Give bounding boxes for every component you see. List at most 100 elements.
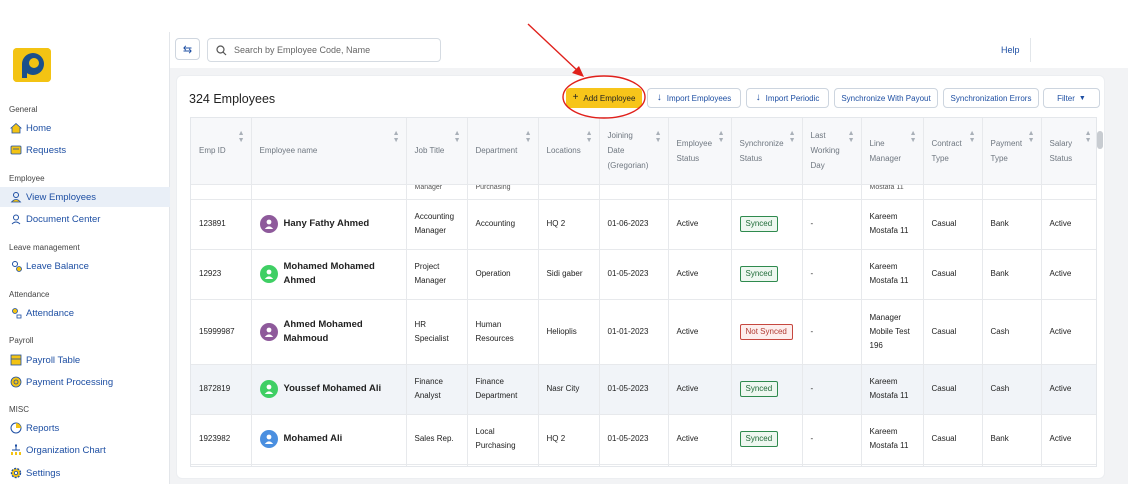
sidebar-item-requests[interactable]: Requests: [0, 140, 170, 160]
add-employee-button[interactable]: + Add Employee: [566, 88, 642, 108]
column-header-label: Employee: [676, 138, 713, 148]
column-header-label: Date: [607, 146, 625, 156]
sort-icon[interactable]: ▲ ▼: [454, 130, 461, 144]
table-row[interactable]: 12923 Mohamed Mohamed Ahmed Project Manager O…: [191, 248, 1096, 299]
cell-text: Human: [475, 319, 502, 329]
employee-name[interactable]: Mohamed Mohamed Ahmed: [259, 260, 398, 288]
sort-icon[interactable]: ▲ ▼: [655, 130, 662, 144]
sort-icon[interactable]: ▲ ▼: [525, 130, 532, 144]
user-icon: [9, 191, 22, 204]
sort-icon[interactable]: ▲ ▼: [789, 130, 796, 144]
org-chart-icon: [9, 444, 22, 457]
help-link[interactable]: Help: [1001, 45, 1020, 55]
avatar-icon: [259, 265, 278, 283]
sync-errors-button[interactable]: Synchronization Errors: [943, 88, 1039, 108]
sidebar-item-document-center[interactable]: Document Center: [0, 209, 170, 229]
column-header-label: Locations: [546, 146, 581, 156]
column-header[interactable]: Joining Date (Gregorian) ▲ ▼: [599, 118, 669, 184]
employee-name[interactable]: Hany Fathy Ahmed: [259, 215, 398, 233]
sidebar-item-payroll-table[interactable]: Payroll Table: [0, 350, 170, 370]
contract-type-cell: Casual: [923, 363, 983, 414]
employee-name[interactable]: Youssef Mohamed Ali: [259, 380, 398, 398]
cell-text: Kareem: [869, 212, 898, 221]
payment-type-cell: Cash: [982, 298, 1042, 364]
table-scrollbar[interactable]: [1097, 131, 1103, 149]
table-cell: [467, 463, 539, 466]
salary-status-cell: Active: [1041, 298, 1096, 364]
search-box[interactable]: [207, 38, 441, 62]
line-manager-cell: Kareem Mostafa 11: [861, 363, 924, 414]
sidebar-item-payment-processing[interactable]: Payment Processing: [0, 372, 170, 392]
sidebar-item-label: Organization Chart: [26, 444, 106, 456]
search-input[interactable]: [234, 45, 434, 55]
sort-icon[interactable]: ▲ ▼: [848, 130, 855, 144]
sidebar-item-reports[interactable]: Reports: [0, 418, 170, 438]
column-header[interactable]: Employee Status ▲ ▼: [668, 118, 732, 184]
cell-text: Mostafa 11: [869, 391, 909, 400]
sort-icon[interactable]: ▲ ▼: [910, 130, 917, 144]
table-row[interactable]: 15999987 Ahmed Mohamed Mahmoud HR Specialist…: [191, 298, 1096, 364]
filter-button[interactable]: Filter ▼: [1043, 88, 1100, 108]
sidebar-item-settings[interactable]: Settings: [0, 463, 170, 483]
app-logo: [13, 48, 51, 82]
employee-name[interactable]: Ahmed Mohamed Mahmoud: [259, 318, 398, 346]
sort-icon[interactable]: ▲ ▼: [1085, 130, 1092, 144]
line-manager-cell: Kareem Mostafa 11: [861, 413, 924, 464]
column-header[interactable]: Last Working Day ▲ ▼: [802, 118, 862, 184]
joining-date-cell: 01-06-2023: [599, 198, 669, 249]
sidebar-item-label: Payment Processing: [26, 376, 114, 388]
employee-status-cell: Active: [668, 248, 732, 299]
sidebar-item-organization-chart[interactable]: Organization Chart: [0, 440, 170, 460]
employee-name[interactable]: Mohamed Ali: [259, 430, 398, 448]
sync-status-cell: Synced: [731, 413, 803, 464]
sort-icon[interactable]: ▲ ▼: [238, 130, 245, 144]
cell-text: Sales Rep.: [414, 434, 454, 443]
import-periodic-button[interactable]: ↓ Import Periodic: [746, 88, 829, 108]
table-row[interactable]: Manager Purchasing Mostafa 11: [191, 183, 1096, 199]
cell-text: HR: [414, 319, 427, 329]
download-arrow-icon: ↓: [755, 92, 761, 103]
sort-icon[interactable]: ▲ ▼: [969, 130, 976, 144]
table-row[interactable]: [191, 463, 1096, 466]
column-header-label: Status: [676, 153, 700, 163]
table-row[interactable]: 123891 Hany Fathy Ahmed Accounting Manager A…: [191, 198, 1096, 249]
import-employees-button[interactable]: ↓ Import Employees: [647, 88, 741, 108]
column-header[interactable]: Contract Type ▲ ▼: [923, 118, 983, 184]
line-manager-cell: Manager Mobile Test 196: [861, 298, 924, 364]
sync-status-cell: Synced: [731, 248, 803, 299]
sort-icon[interactable]: ▲ ▼: [393, 130, 400, 144]
sort-icon[interactable]: ▲ ▼: [718, 130, 725, 144]
column-header-label: Type: [990, 153, 1008, 163]
column-header[interactable]: Department ▲ ▼: [467, 118, 539, 184]
collapse-sidebar-button[interactable]: ⇆: [175, 38, 200, 60]
sort-icon[interactable]: ▲ ▼: [586, 130, 593, 144]
sidebar-item-view-employees[interactable]: View Employees: [0, 187, 170, 207]
table-cell: [861, 463, 924, 466]
column-header[interactable]: Emp ID ▲ ▼: [191, 118, 252, 184]
joining-date-cell: 01-01-2023: [599, 298, 669, 364]
sidebar-item-label: Home: [26, 122, 52, 134]
table-row[interactable]: 1872819 Youssef Mohamed Ali Finance Analyst…: [191, 363, 1096, 414]
sidebar-item-leave-balance[interactable]: Leave Balance: [0, 256, 170, 276]
job-title-cell: Sales Rep.: [406, 413, 468, 464]
column-header[interactable]: Line Manager ▲ ▼: [861, 118, 924, 184]
location-cell: Sidi gaber: [538, 248, 600, 299]
column-header-label: Synchronize: [739, 138, 784, 148]
column-header[interactable]: Salary Status ▲ ▼: [1041, 118, 1096, 184]
department-cell: Operation: [467, 248, 539, 299]
reports-icon: [9, 422, 22, 435]
sidebar-item-attendance[interactable]: Attendance: [0, 303, 170, 323]
table-row[interactable]: 1923982 Mohamed Ali Sales Rep. Local Purchas…: [191, 413, 1096, 464]
column-header-label: Salary: [1049, 138, 1073, 148]
column-header-label: Payment: [990, 138, 1023, 148]
sync-payout-button[interactable]: Synchronize With Payout: [834, 88, 938, 108]
column-header[interactable]: Employee name ▲ ▼: [251, 118, 407, 184]
column-header[interactable]: Synchronize Status ▲ ▼: [731, 118, 803, 184]
column-header-label: Manager: [869, 153, 902, 163]
sort-icon[interactable]: ▲ ▼: [1028, 130, 1035, 144]
joining-date-cell: 01-05-2023: [599, 248, 669, 299]
column-header[interactable]: Payment Type ▲ ▼: [982, 118, 1042, 184]
sidebar-item-home[interactable]: Home: [0, 118, 170, 138]
column-header[interactable]: Locations ▲ ▼: [538, 118, 600, 184]
column-header[interactable]: Job Title ▲ ▼: [406, 118, 468, 184]
